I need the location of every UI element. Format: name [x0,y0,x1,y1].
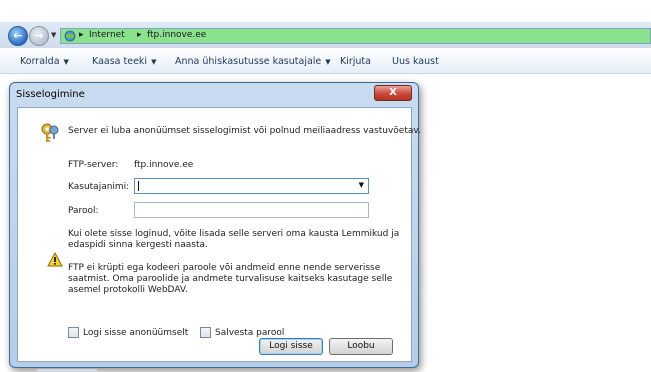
organize-menu-label: Korralda [20,56,60,67]
keys-icon [41,123,59,142]
login-button[interactable]: Logi sisse [259,338,323,355]
breadcrumb-separator: ▸ [137,30,142,40]
chevron-down-icon: ▼ [151,58,157,66]
save-password-label[interactable]: Salvesta parool [215,328,284,338]
login-dialog: Sisselogimine X Server ei luba anonüümse… [9,82,421,368]
burn-button[interactable]: Kirjuta [340,56,371,67]
anonymous-login-label[interactable]: Logi sisse anonüümselt [83,328,188,338]
save-password-checkbox[interactable] [200,327,211,338]
ftp-server-value: ftp.innove.ee [134,160,194,170]
text-caret [138,181,139,191]
close-button[interactable]: X [374,85,412,101]
forward-button[interactable]: → [29,26,49,46]
back-button[interactable]: ← [8,26,28,46]
error-message: Server ei luba anonüümset sisselogimist … [68,126,421,136]
network-globe-icon [64,30,76,42]
forward-arrow-icon: → [34,29,44,42]
password-label: Parool: [68,206,99,216]
address-bar[interactable]: ▸ Internet ▸ ftp.innove.ee [60,28,651,44]
chevron-down-icon[interactable]: ▼ [359,181,364,189]
dialog-content: Server ei luba anonüümset sisselogimist … [17,107,421,362]
favorites-info-text: Kui olete sisse loginud, võite lisada se… [68,229,400,250]
include-in-library-menu[interactable]: Kaasa teeki ▼ [92,56,156,67]
close-icon: X [389,87,397,98]
warning-icon [47,252,63,267]
recent-pages-dropdown-icon[interactable]: ▼ [51,31,56,39]
include-in-library-label: Kaasa teeki [92,56,148,67]
cancel-button[interactable]: Loobu [329,338,393,355]
username-combobox[interactable]: ▼ [134,178,369,194]
dialog-title: Sisselogimine [16,89,85,100]
share-with-menu[interactable]: Anna ühiskasutusse kasutajale ▼ [175,56,331,67]
organize-menu[interactable]: Korralda ▼ [20,56,69,67]
breadcrumb-internet[interactable]: Internet [89,30,125,40]
command-bar: Korralda ▼ Kaasa teeki ▼ Anna ühiskasutuss… [0,50,651,74]
chevron-down-icon: ▼ [63,58,69,66]
new-folder-button[interactable]: Uus kaust [392,56,439,67]
back-arrow-icon: ← [13,29,23,42]
security-warning-text: FTP ei krüpti ega kodeeri paroole või an… [68,263,393,295]
share-with-label: Anna ühiskasutusse kasutajale [175,56,322,67]
ftp-server-label: FTP-server: [68,160,119,170]
anonymous-login-checkbox[interactable] [68,327,79,338]
password-field[interactable] [134,202,369,218]
breadcrumb-ftp-server[interactable]: ftp.innove.ee [147,30,206,40]
username-label: Kasutajanimi: [68,182,130,192]
breadcrumb-separator: ▸ [79,30,84,40]
chevron-down-icon: ▼ [325,58,331,66]
explorer-window: ← → ▼ ▸ Internet ▸ ftp.innove.ee Korrald… [0,0,651,372]
